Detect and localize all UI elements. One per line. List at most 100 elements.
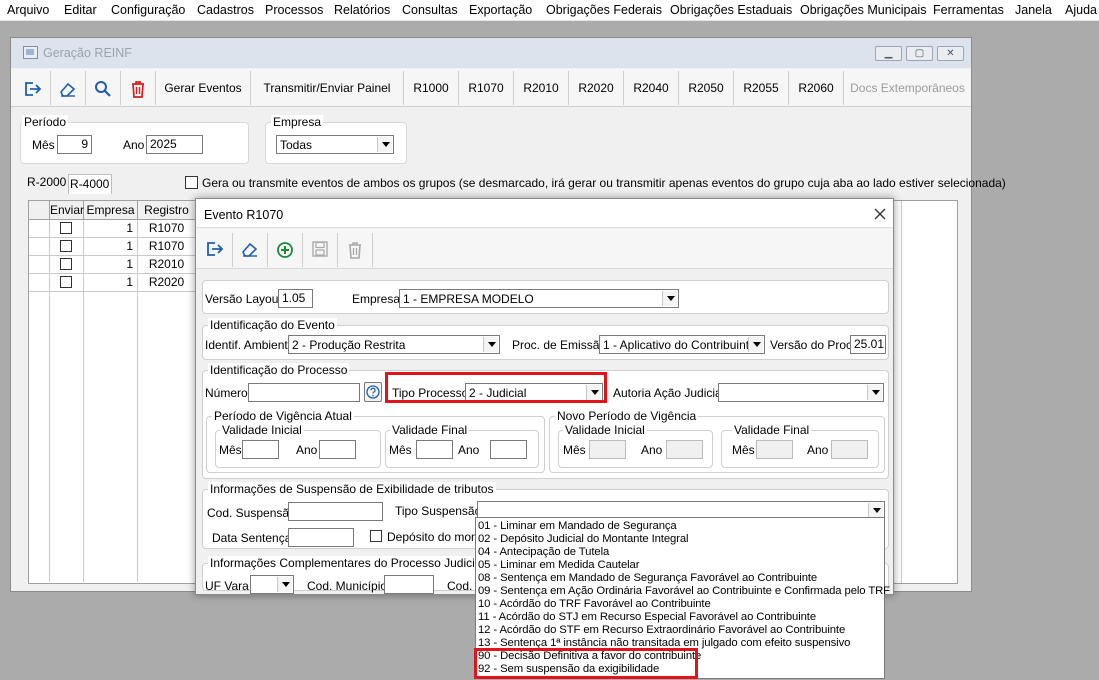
atual-inicial-ano-input[interactable] bbox=[319, 440, 356, 459]
uf-vara-select[interactable] bbox=[250, 575, 294, 594]
maximize-icon[interactable]: ▢ bbox=[906, 46, 933, 61]
menu-janela[interactable]: Janela bbox=[1015, 3, 1052, 17]
dropdown-option[interactable]: 13 - Sentença 1ª instância não transitad… bbox=[478, 637, 850, 650]
menu-configuracao[interactable]: Configuração bbox=[111, 3, 185, 17]
novo-inicial-ano-input[interactable] bbox=[666, 440, 703, 459]
event-r2020-button[interactable]: R2020 bbox=[569, 71, 624, 105]
dialog-exit-button[interactable] bbox=[198, 233, 233, 267]
event-r2055-button[interactable]: R2055 bbox=[734, 71, 789, 105]
dropdown-option[interactable]: 04 - Antecipação de Tutela bbox=[478, 546, 609, 559]
dropdown-option[interactable]: 01 - Liminar em Mandado de Segurança bbox=[478, 520, 677, 533]
event-r2040-button[interactable]: R2040 bbox=[624, 71, 679, 105]
empresa-select[interactable]: Todas bbox=[276, 135, 394, 154]
grid-right-column-line bbox=[901, 201, 902, 583]
menu-obrigacoes-municipais[interactable]: Obrigações Municipais bbox=[800, 3, 926, 17]
tab-r2000[interactable]: R-2000 bbox=[27, 175, 67, 193]
search-button[interactable] bbox=[86, 71, 121, 105]
id-processo-panel: Identificação do Processo Número Tipo Pr… bbox=[202, 363, 889, 479]
dropdown-option[interactable]: 12 - Acórdão do STF em Recurso Extraordi… bbox=[478, 624, 845, 637]
event-r2050-button[interactable]: R2050 bbox=[679, 71, 734, 105]
atual-final-mes-input[interactable] bbox=[416, 440, 453, 459]
numero-input[interactable] bbox=[248, 383, 360, 402]
mes-label: Mês bbox=[732, 443, 755, 457]
delete-button[interactable] bbox=[121, 71, 156, 105]
dropdown-option[interactable]: 09 - Sentença em Ação Ordinária Favoráve… bbox=[478, 585, 890, 598]
cod-municipio-input[interactable] bbox=[384, 575, 434, 594]
table-row-enviar[interactable] bbox=[50, 220, 84, 238]
dialog-delete-button[interactable] bbox=[338, 233, 373, 267]
save-icon bbox=[312, 241, 328, 257]
event-r2010-button[interactable]: R2010 bbox=[514, 71, 569, 105]
data-sentenca-input[interactable] bbox=[288, 528, 354, 547]
table-row-registro: R2010 bbox=[138, 256, 196, 274]
atual-inicial-mes-input[interactable] bbox=[242, 440, 279, 459]
menu-cadastros[interactable]: Cadastros bbox=[197, 3, 254, 17]
cod-suspensao-label: Cod. Suspensão bbox=[207, 506, 296, 520]
novo-final-mes-input[interactable] bbox=[756, 440, 793, 459]
dropdown-option[interactable]: 92 - Sem suspensão da exigibilidade bbox=[478, 663, 659, 676]
proc-emissao-value: 1 - Aplicativo do Contribuinte bbox=[603, 338, 756, 352]
event-r1070-button[interactable]: R1070 bbox=[459, 71, 514, 105]
dropdown-option[interactable]: 05 - Liminar em Medida Cautelar bbox=[478, 559, 640, 572]
dropdown-option[interactable]: 10 - Acórdão do TRF Favorável ao Contrib… bbox=[478, 598, 711, 611]
ambiente-select[interactable]: 2 - Produção Restrita bbox=[288, 335, 500, 354]
proc-emissao-select[interactable]: 1 - Aplicativo do Contribuinte bbox=[599, 335, 765, 354]
table-row-enviar[interactable] bbox=[50, 238, 84, 256]
empresa-select-value: Todas bbox=[280, 138, 313, 152]
atual-validade-final-panel: Validade Final Mês Ano bbox=[385, 423, 539, 468]
dialog-save-button[interactable] bbox=[303, 233, 338, 267]
event-r1000-button[interactable]: R1000 bbox=[404, 71, 459, 105]
minimize-icon[interactable]: ▁ bbox=[875, 46, 902, 61]
versao-layout-input[interactable]: 1.05 bbox=[278, 289, 313, 308]
dropdown-option[interactable]: 02 - Depósito Judicial do Montante Integ… bbox=[478, 533, 689, 546]
menu-editar[interactable]: Editar bbox=[64, 3, 97, 17]
dialog-empresa-select[interactable]: 1 - EMPRESA MODELO bbox=[399, 289, 679, 308]
plus-circle-icon bbox=[277, 242, 293, 258]
tipo-processo-select[interactable]: 2 - Judicial bbox=[465, 383, 603, 402]
transmitir-button[interactable]: Transmitir/Enviar Painel bbox=[251, 71, 404, 105]
menu-obrigacoes-estaduais[interactable]: Obrigações Estaduais bbox=[670, 3, 792, 17]
table-row-enviar[interactable] bbox=[50, 274, 84, 292]
menu-ferramentas[interactable]: Ferramentas bbox=[933, 3, 1004, 17]
menu-consultas[interactable]: Consultas bbox=[402, 3, 458, 17]
mes-label: Mês bbox=[563, 443, 586, 457]
close-icon[interactable] bbox=[874, 208, 886, 220]
menu-exportacao[interactable]: Exportação bbox=[469, 3, 532, 17]
tab-r4000[interactable]: R-4000 bbox=[68, 174, 112, 194]
numero-label: Número bbox=[205, 386, 248, 400]
exit-icon bbox=[207, 242, 224, 256]
menu-ajuda[interactable]: Ajuda bbox=[1065, 3, 1097, 17]
atual-final-ano-input[interactable] bbox=[490, 440, 527, 459]
exit-button[interactable] bbox=[16, 71, 51, 105]
dialog-clear-button[interactable] bbox=[233, 233, 268, 267]
dialog-add-button[interactable] bbox=[268, 233, 303, 267]
versao-proc-input[interactable]: 25.01. bbox=[850, 335, 886, 354]
docs-extemporaneos-button[interactable]: Docs Extemporâneos bbox=[844, 71, 971, 105]
col-header-enviar[interactable]: Enviar bbox=[50, 201, 84, 220]
clear-button[interactable] bbox=[51, 71, 86, 105]
table-row-empresa: 1 bbox=[84, 256, 138, 274]
deposito-checkbox[interactable] bbox=[370, 530, 382, 542]
gerar-eventos-button[interactable]: Gerar Eventos bbox=[156, 71, 251, 105]
menu-obrigacoes-federais[interactable]: Obrigações Federais bbox=[546, 3, 662, 17]
autoria-select[interactable] bbox=[718, 383, 884, 402]
cod-suspensao-input[interactable] bbox=[288, 502, 383, 521]
close-window-icon[interactable]: ✕ bbox=[937, 46, 964, 61]
dropdown-option[interactable]: 11 - Acórdão do STJ em Recurso Especial … bbox=[478, 611, 816, 624]
novo-final-ano-input[interactable] bbox=[831, 440, 868, 459]
ambos-grupos-checkbox[interactable] bbox=[185, 176, 198, 189]
table-row-enviar[interactable] bbox=[50, 256, 84, 274]
help-button[interactable] bbox=[364, 382, 382, 402]
menu-processos[interactable]: Processos bbox=[265, 3, 323, 17]
novo-inicial-mes-input[interactable] bbox=[589, 440, 626, 459]
ano-input[interactable]: 2025 bbox=[146, 135, 203, 154]
dropdown-option[interactable]: 90 - Decisão Definitiva a favor do contr… bbox=[478, 650, 701, 663]
row-indicator bbox=[29, 256, 50, 274]
col-header-empresa[interactable]: Empresa bbox=[84, 201, 138, 220]
menu-arquivo[interactable]: Arquivo bbox=[7, 3, 49, 17]
dropdown-option[interactable]: 08 - Sentença em Mandado de Segurança Fa… bbox=[478, 572, 817, 585]
menu-relatorios[interactable]: Relatórios bbox=[334, 3, 390, 17]
col-header-registro[interactable]: Registro bbox=[138, 201, 196, 220]
mes-input[interactable]: 9 bbox=[57, 135, 92, 154]
event-r2060-button[interactable]: R2060 bbox=[789, 71, 844, 105]
